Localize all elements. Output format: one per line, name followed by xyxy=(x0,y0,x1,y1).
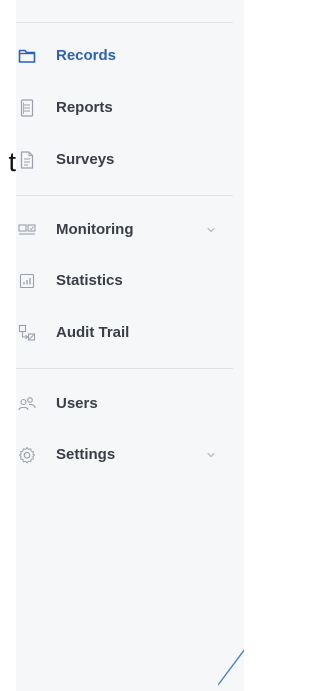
chevron-down-icon[interactable] xyxy=(204,448,218,462)
chevron-down-icon[interactable] xyxy=(204,223,218,237)
sidebar-item-audit-trail[interactable]: Audit Trail xyxy=(16,313,244,353)
sidebar-item-label: Records xyxy=(56,47,117,64)
survey-icon xyxy=(18,151,36,169)
bar-chart-icon xyxy=(18,272,36,290)
sidebar-item-settings[interactable]: Settings xyxy=(16,435,244,475)
background-text-fragment: t xyxy=(8,147,16,177)
sidebar-item-reports[interactable]: Reports xyxy=(16,88,244,128)
sidebar-divider-bottom xyxy=(16,368,233,369)
sidebar-item-surveys[interactable]: Surveys xyxy=(16,140,244,180)
sidebar-item-label: Users xyxy=(56,395,98,412)
report-icon xyxy=(18,99,36,117)
audit-trail-icon xyxy=(18,324,36,342)
sidebar-item-records[interactable]: Records xyxy=(16,36,244,76)
sidebar-item-label: Surveys xyxy=(56,151,115,168)
folder-icon xyxy=(18,47,36,65)
app-window: t Records Reports Surveys Monitoring Sta… xyxy=(0,0,244,691)
gear-icon xyxy=(18,446,36,464)
sidebar-item-label: Statistics xyxy=(56,272,123,289)
resize-handle-line[interactable] xyxy=(218,640,244,690)
sidebar-item-statistics[interactable]: Statistics xyxy=(16,261,244,301)
sidebar-item-label: Settings xyxy=(56,446,116,463)
sidebar-item-label: Audit Trail xyxy=(56,324,130,341)
users-icon xyxy=(18,395,36,413)
sidebar-item-monitoring[interactable]: Monitoring xyxy=(16,210,244,250)
sidebar-divider-top xyxy=(16,22,233,23)
sidebar-nav: Records Reports Surveys Monitoring Stati… xyxy=(16,0,244,691)
sidebar-item-label: Monitoring xyxy=(56,221,134,238)
sidebar-item-users[interactable]: Users xyxy=(16,384,244,424)
sidebar-divider-middle xyxy=(16,195,233,196)
sidebar-item-label: Reports xyxy=(56,99,113,116)
monitor-icon xyxy=(18,221,36,239)
